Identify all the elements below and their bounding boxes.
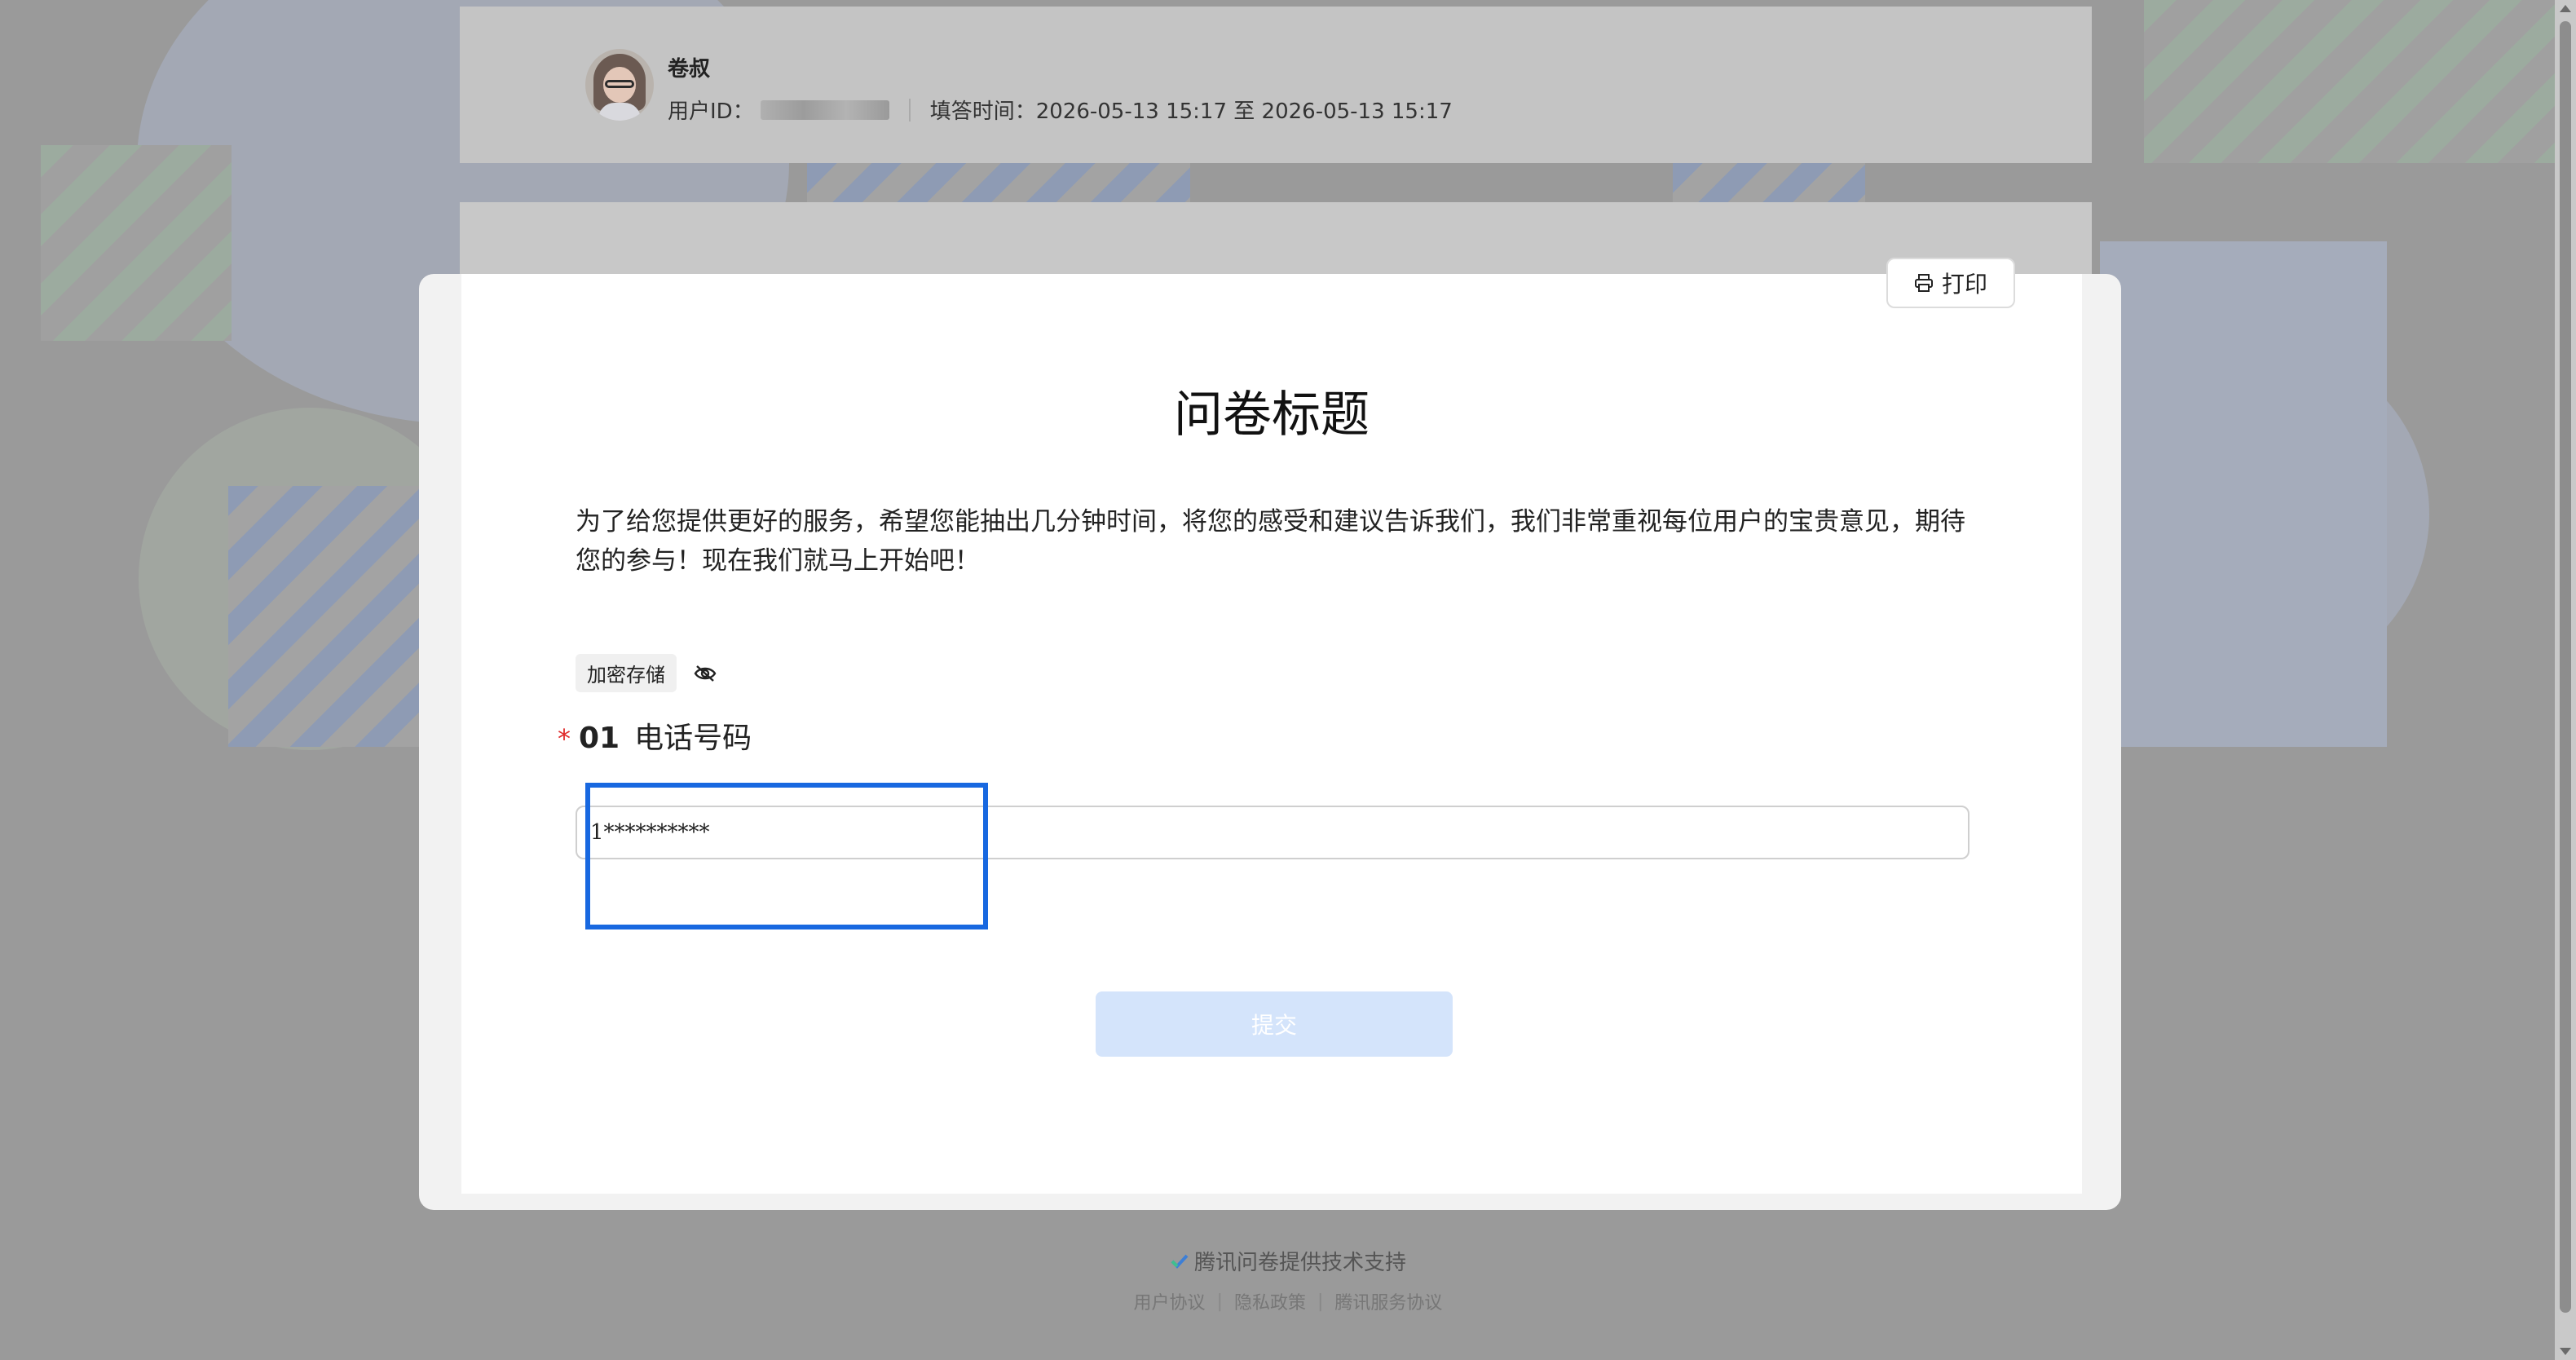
background-stripes (2144, 0, 2568, 163)
question-tags: 加密存储 (576, 654, 717, 692)
footer-brand-text: 腾讯问卷提供技术支持 (1193, 1251, 1406, 1275)
eye-off-icon[interactable] (693, 665, 717, 682)
phone-number-input[interactable] (576, 806, 1969, 859)
separator: | (1216, 1291, 1223, 1312)
question-label: 电话号码 (634, 722, 752, 755)
background-panel (2100, 241, 2387, 747)
survey-description: 为了给您提供更好的服务，希望您能抽出几分钟时间，将您的感受和建议告诉我们，我们非… (576, 507, 1965, 576)
user-name: 卷叔 (668, 57, 711, 82)
background-stripes (41, 145, 232, 341)
encrypt-storage-tag: 加密存储 (576, 654, 677, 692)
background-stripes (807, 163, 1190, 202)
survey-preview-modal: 打印 问卷标题 为了给您提供更好的服务，希望您能抽出几分钟时间，将您的感受和建议… (419, 258, 2121, 1210)
print-label: 打印 (1941, 272, 1987, 297)
fill-time: 填答时间：2026-05-13 15:17 至 2026-05-13 15:17 (929, 99, 1453, 124)
footer-links: 用户协议 | 隐私政策 | 腾讯服务协议 (0, 1288, 2576, 1314)
user-id-label: 用户ID： (668, 99, 754, 124)
scrollbar[interactable] (2555, 0, 2576, 1360)
separator: | (1317, 1291, 1324, 1312)
scroll-thumb[interactable] (2560, 21, 2571, 1313)
footer-brand: 腾讯问卷提供技术支持 (0, 1246, 2576, 1276)
service-agreement-link[interactable]: 腾讯服务协议 (1334, 1288, 1442, 1314)
user-agreement-link[interactable]: 用户协议 (1134, 1288, 1206, 1314)
survey-sheet: 打印 问卷标题 为了给您提供更好的服务，希望您能抽出几分钟时间，将您的感受和建议… (461, 258, 2082, 1194)
respondent-header: 卷叔 用户ID： 填答时间：2026-05-13 15:17 至 2026-05… (460, 7, 2092, 163)
question-number: 01 (579, 722, 620, 755)
survey-title: 问卷标题 (1174, 386, 1370, 444)
print-button[interactable]: 打印 (1886, 258, 2015, 308)
required-mark: * (558, 723, 571, 754)
divider (908, 98, 911, 121)
user-id-redacted (760, 99, 889, 120)
scroll-down-icon[interactable] (2560, 1348, 2571, 1355)
user-meta: 用户ID： 填答时间：2026-05-13 15:17 至 2026-05-13… (668, 95, 1453, 125)
printer-icon (1914, 274, 1934, 292)
scroll-up-icon[interactable] (2560, 5, 2571, 12)
avatar (585, 49, 654, 121)
privacy-policy-link[interactable]: 隐私政策 (1234, 1288, 1306, 1314)
submit-button[interactable]: 提交 (1096, 991, 1453, 1057)
question-title: * 01 电话号码 (558, 714, 752, 757)
tencent-survey-logo-icon (1170, 1252, 1189, 1271)
background-stripes (1673, 163, 1865, 202)
